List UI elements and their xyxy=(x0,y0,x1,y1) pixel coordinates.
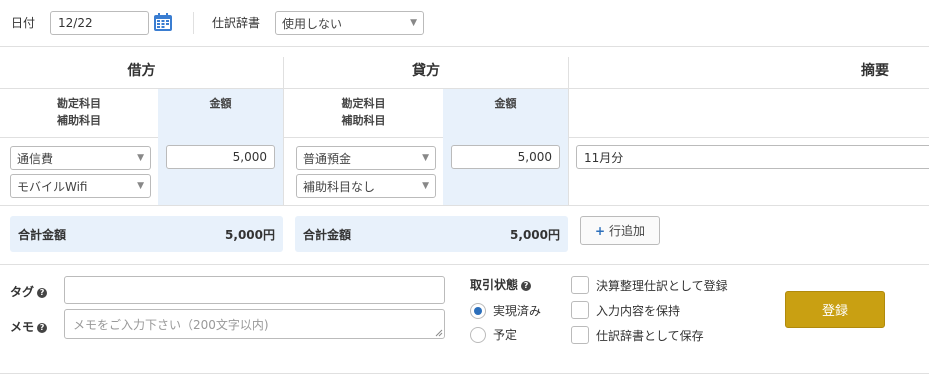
date-input[interactable]: 12/22 xyxy=(50,11,149,35)
chevron-down-icon: ▼ xyxy=(422,153,429,163)
credit-subaccount-select[interactable]: 補助科目なし ▼ xyxy=(296,174,436,198)
table-row-divider xyxy=(0,205,929,206)
memo-value: 11月分 xyxy=(584,150,624,165)
credit-total-value: 5,000円 xyxy=(510,227,560,242)
status-label-wrap: 取引状態? xyxy=(470,276,532,293)
bottom-border xyxy=(0,373,929,374)
credit-amount-input[interactable]: 5,000 xyxy=(451,145,560,169)
subaccount-label: 補助科目 xyxy=(57,114,101,127)
debit-amount-value: 5,000 xyxy=(232,150,267,164)
credit-total-label: 合計金額 xyxy=(303,227,352,242)
add-row-label: 行追加 xyxy=(609,224,646,238)
debit-total-value: 5,000円 xyxy=(225,227,275,242)
account-label: 勘定科目 xyxy=(57,97,101,110)
credit-account-header: 勘定科目 補助科目 xyxy=(284,95,443,129)
dictionary-value: 使用しない xyxy=(282,16,343,31)
debit-account-value: 通信費 xyxy=(17,151,54,166)
resize-handle-icon[interactable] xyxy=(435,329,443,337)
tag-input[interactable] xyxy=(64,276,445,304)
tag-label: タグ xyxy=(10,285,35,299)
checkbox-save-dictionary[interactable]: 仕訳辞書として保存 xyxy=(571,326,704,344)
memo-placeholder: メモをご入力下さい（200文字以内) xyxy=(73,318,269,332)
header-divider xyxy=(193,12,194,34)
bottom-memo-label: メモ xyxy=(10,320,35,334)
memo-label-wrap: メモ? xyxy=(10,318,48,335)
col-divider-memo xyxy=(568,57,569,205)
date-value: 12/22 xyxy=(58,16,93,30)
dictionary-label: 仕訳辞書 xyxy=(212,16,261,30)
account-label: 勘定科目 xyxy=(341,97,386,110)
submit-label: 登録 xyxy=(821,304,848,319)
calendar-icon[interactable] xyxy=(153,12,173,32)
checkbox-label: 決算整理仕訳として登録 xyxy=(596,278,728,293)
debit-amount-input[interactable]: 5,000 xyxy=(166,145,275,169)
debit-subaccount-value: モバイルWifi xyxy=(17,179,88,194)
checkbox-label: 仕訳辞書として保存 xyxy=(596,328,704,343)
chevron-down-icon: ▼ xyxy=(137,181,144,191)
chevron-down-icon: ▼ xyxy=(422,181,429,191)
debit-total: 合計金額 5,000円 xyxy=(10,216,283,252)
credit-header: 貸方 xyxy=(412,63,440,79)
checkbox[interactable] xyxy=(571,301,589,319)
checkbox-label: 入力内容を保持 xyxy=(596,303,681,318)
tag-label-wrap: タグ? xyxy=(10,283,48,300)
debit-account-header: 勘定科目 補助科目 xyxy=(0,95,158,129)
subaccount-label: 補助科目 xyxy=(341,114,386,127)
checkbox[interactable] xyxy=(571,326,589,344)
help-icon[interactable]: ? xyxy=(521,281,532,291)
status-option-planned[interactable]: 予定 xyxy=(470,326,517,343)
radio-unchecked[interactable] xyxy=(470,326,486,343)
status-label: 取引状態 xyxy=(470,278,519,292)
add-row-button[interactable]: + 行追加 xyxy=(580,216,660,245)
date-label: 日付 xyxy=(11,16,36,30)
radio-checked[interactable] xyxy=(470,302,486,319)
checkbox-closing-entry[interactable]: 決算整理仕訳として登録 xyxy=(571,276,728,294)
chevron-down-icon: ▼ xyxy=(137,153,144,163)
plus-icon: + xyxy=(594,223,606,238)
credit-total: 合計金額 5,000円 xyxy=(295,216,568,252)
status-option-realized[interactable]: 実現済み xyxy=(470,302,541,319)
debit-account-select[interactable]: 通信費 ▼ xyxy=(10,146,151,170)
debit-amount-header: 金額 xyxy=(209,97,232,110)
credit-subaccount-value: 補助科目なし xyxy=(303,179,376,194)
debit-total-label: 合計金額 xyxy=(18,227,67,242)
status-option-label: 予定 xyxy=(493,328,518,342)
memo-header: 摘要 xyxy=(861,63,889,79)
help-icon[interactable]: ? xyxy=(37,323,48,333)
debit-header: 借方 xyxy=(127,63,156,79)
credit-amount-value: 5,000 xyxy=(517,150,552,164)
memo-textarea[interactable]: メモをご入力下さい（200文字以内) xyxy=(64,309,445,339)
chevron-down-icon: ▼ xyxy=(410,18,417,28)
checkbox[interactable] xyxy=(571,276,589,294)
debit-subaccount-select[interactable]: モバイルWifi ▼ xyxy=(10,174,151,198)
checkbox-keep-input[interactable]: 入力内容を保持 xyxy=(571,301,680,319)
credit-amount-header: 金額 xyxy=(494,97,517,110)
table-top-border xyxy=(0,46,929,47)
memo-input[interactable]: 11月分 xyxy=(576,145,929,169)
submit-button[interactable]: 登録 xyxy=(785,291,885,328)
help-icon[interactable]: ? xyxy=(37,288,48,298)
section-divider xyxy=(0,264,929,265)
dictionary-select[interactable]: 使用しない ▼ xyxy=(275,11,424,35)
credit-account-value: 普通預金 xyxy=(303,151,352,166)
status-option-label: 実現済み xyxy=(493,304,542,318)
credit-account-select[interactable]: 普通預金 ▼ xyxy=(296,146,436,170)
